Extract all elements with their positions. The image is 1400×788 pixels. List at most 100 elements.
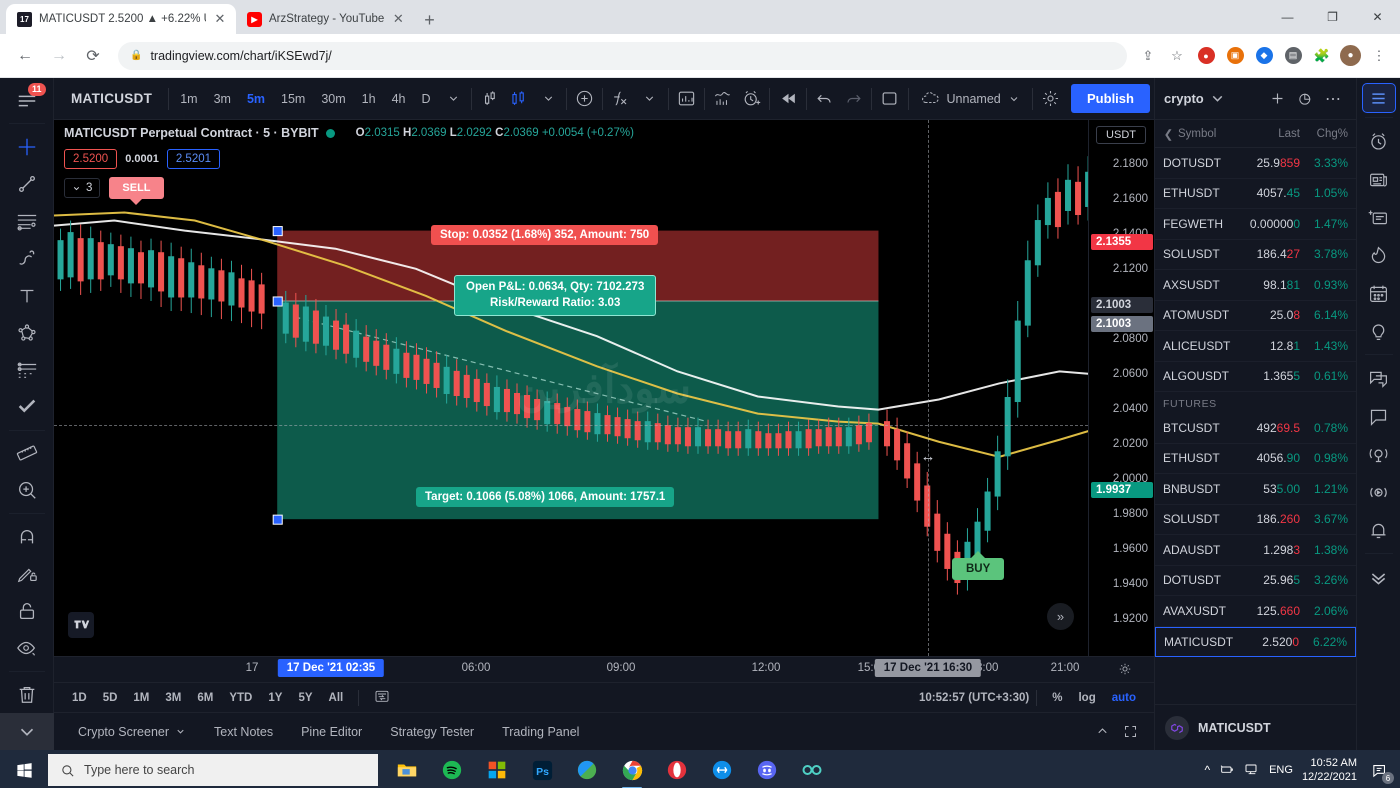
watchlist-row-SOLUSDT[interactable]: SOLUSDT 186.427 3.78% — [1155, 240, 1356, 270]
checkmark-icon[interactable] — [7, 388, 47, 425]
magnet-icon[interactable] — [7, 518, 47, 555]
new-tab-button[interactable]: + — [424, 11, 435, 29]
lock-drawings-icon[interactable] — [7, 592, 47, 629]
battery-icon[interactable] — [1219, 761, 1235, 780]
watchlist-row-DOTUSDT[interactable]: DOTUSDT 25.9859 3.33% — [1155, 148, 1356, 179]
time-axis[interactable]: 17 17 Dec '21 02:35 06:00 09:00 12:00 15… — [54, 656, 1154, 682]
chevron-down-icon[interactable] — [1204, 85, 1232, 113]
range-YTD[interactable]: YTD — [221, 688, 260, 708]
tab-crypto-screener[interactable]: Crypto Screener — [64, 716, 200, 748]
watchlist-more-icon[interactable]: ⋯ — [1319, 85, 1347, 113]
open-pnl-label[interactable]: Open P&L: 0.0634, Qty: 7102.273 Risk/Rew… — [454, 275, 657, 317]
start-button-icon[interactable] — [0, 750, 48, 788]
network-icon[interactable] — [1244, 761, 1260, 780]
watchlist-row-SOLUSDT[interactable]: SOLUSDT 186.260 3.67% — [1155, 505, 1356, 535]
column-chg[interactable]: Chg% — [1304, 128, 1348, 140]
reload-icon[interactable]: ⟳ — [78, 41, 108, 71]
bid-price[interactable]: 2.5200 — [64, 149, 118, 169]
extension-icon-3[interactable]: ◆ — [1253, 45, 1275, 67]
microsoft-store-icon[interactable] — [476, 750, 518, 788]
crosshair-icon[interactable] — [7, 128, 47, 165]
column-symbol[interactable]: Symbol — [1178, 128, 1238, 140]
extensions-puzzle-icon[interactable]: 🧩 — [1311, 45, 1333, 67]
color-app-icon[interactable] — [566, 750, 608, 788]
photoshop-icon[interactable]: Ps — [521, 750, 563, 788]
symbol-search-button[interactable]: MATICUSDT — [58, 91, 165, 106]
patterns-icon[interactable] — [7, 314, 47, 351]
taskbar-clock[interactable]: 10:52 AM 12/22/2021 — [1302, 756, 1357, 785]
range-1Y[interactable]: 1Y — [260, 688, 290, 708]
financials-icon[interactable] — [672, 84, 701, 114]
chevron-down-icon[interactable] — [635, 84, 664, 114]
sell-button[interactable]: SELL — [109, 177, 164, 205]
chevron-down-icon[interactable] — [533, 84, 562, 114]
chevron-down-icon[interactable] — [439, 84, 468, 114]
collapse-panel-icon[interactable] — [1088, 718, 1116, 746]
currency-badge[interactable]: USDT — [1096, 126, 1146, 144]
forward-icon[interactable]: → — [44, 41, 74, 71]
language-indicator[interactable]: ENG — [1269, 764, 1293, 776]
range-6M[interactable]: 6M — [189, 688, 221, 708]
layout-select-icon[interactable] — [875, 84, 904, 114]
alerts-clock-icon[interactable] — [1362, 122, 1396, 160]
avatar[interactable]: ● — [1340, 45, 1361, 66]
undo-icon[interactable] — [810, 84, 839, 114]
trend-line-icon[interactable] — [7, 165, 47, 202]
watchlist-row-ATOMUSDT[interactable]: ATOMUSDT 25.08 6.14% — [1155, 301, 1356, 331]
spotify-icon[interactable] — [431, 750, 473, 788]
brush-icon[interactable] — [7, 240, 47, 277]
tab-pine-editor[interactable]: Pine Editor — [287, 716, 376, 748]
expand-rail-icon[interactable] — [1362, 558, 1396, 596]
watchlist-row-DOTUSDT[interactable]: DOTUSDT 25.965 3.26% — [1155, 566, 1356, 596]
hotlists-icon[interactable] — [1362, 236, 1396, 274]
remove-drawings-trash-icon[interactable] — [7, 676, 47, 713]
watchlist-name[interactable]: crypto — [1164, 91, 1204, 106]
data-window-icon[interactable] — [1362, 198, 1396, 236]
back-icon[interactable]: ← — [10, 41, 40, 71]
tab-strategy-tester[interactable]: Strategy Tester — [376, 716, 488, 748]
watchlist-row-ADAUSDT[interactable]: ADAUSDT 1.2983 1.38% — [1155, 535, 1356, 566]
buy-button[interactable]: BUY — [952, 551, 1005, 580]
browser-tab-tradingview[interactable]: 17 MATICUSDT 2.5200 ▲ +6.22% Un ✕ — [6, 4, 236, 34]
add-compare-icon[interactable] — [570, 84, 599, 114]
range-3M[interactable]: 3M — [157, 688, 189, 708]
save-layout-button[interactable]: Unnamed — [912, 89, 1029, 108]
text-icon[interactable] — [7, 277, 47, 314]
scale-auto-toggle[interactable]: auto — [1104, 688, 1144, 708]
settings-gear-icon[interactable] — [1036, 84, 1065, 114]
share-icon[interactable]: ⇪ — [1137, 45, 1159, 67]
prediction-icon[interactable] — [7, 351, 47, 388]
scale-log-toggle[interactable]: log — [1070, 688, 1103, 708]
watchlist-row-AXSUSDT[interactable]: AXSUSDT 98.181 0.93% — [1155, 270, 1356, 301]
watchlist-row-MATICUSDT[interactable]: MATICUSDT 2.5200 6.22% — [1155, 626, 1356, 657]
ask-price[interactable]: 2.5201 — [166, 149, 221, 169]
opera-icon[interactable] — [656, 750, 698, 788]
public-chats-icon[interactable] — [1362, 359, 1396, 397]
teamviewer-icon[interactable] — [701, 750, 743, 788]
notifications-bell-icon[interactable] — [1362, 511, 1396, 549]
window-close-icon[interactable]: ✕ — [1355, 0, 1400, 34]
fib-retracement-icon[interactable] — [7, 203, 47, 240]
watchlist-row-ALGOUSDT[interactable]: ALGOUSDT 1.3655 0.61% — [1155, 362, 1356, 392]
timeframe-15m[interactable]: 15m — [273, 87, 313, 111]
calendar-icon[interactable] — [1362, 274, 1396, 312]
target-label[interactable]: Target: 0.1066 (5.08%) 1066, Amount: 175… — [416, 487, 675, 507]
footer-symbol[interactable]: MATICUSDT — [1198, 721, 1271, 735]
timeframe-1m[interactable]: 1m — [172, 87, 205, 111]
tab-text-notes[interactable]: Text Notes — [200, 716, 287, 748]
collapse-watchlist-icon[interactable]: ❮ — [1163, 120, 1174, 148]
tradingview-logo-icon[interactable] — [68, 612, 94, 638]
measure-ruler-icon[interactable] — [7, 435, 47, 472]
close-icon[interactable]: ✕ — [391, 11, 405, 27]
price-axis[interactable]: USDT 2.1800 2.1600 2.1400 2.1200 2.1000 … — [1088, 120, 1154, 656]
taskbar-search-input[interactable]: Type here to search — [48, 754, 378, 786]
timeframe-30m[interactable]: 30m — [313, 87, 353, 111]
news-icon[interactable] — [1362, 160, 1396, 198]
extension-icon-2[interactable]: ▣ — [1224, 45, 1246, 67]
watchlist-row-BTCUSDT[interactable]: BTCUSDT 49269.5 0.78% — [1155, 413, 1356, 444]
browser-tab-youtube[interactable]: ▶ ArzStrategy - YouTube ✕ — [236, 4, 414, 34]
range-5D[interactable]: 5D — [95, 688, 126, 708]
quantity-stepper[interactable]: 3 — [64, 178, 101, 198]
action-center-icon[interactable]: 6 — [1366, 757, 1394, 784]
publish-button[interactable]: Publish — [1071, 84, 1150, 113]
